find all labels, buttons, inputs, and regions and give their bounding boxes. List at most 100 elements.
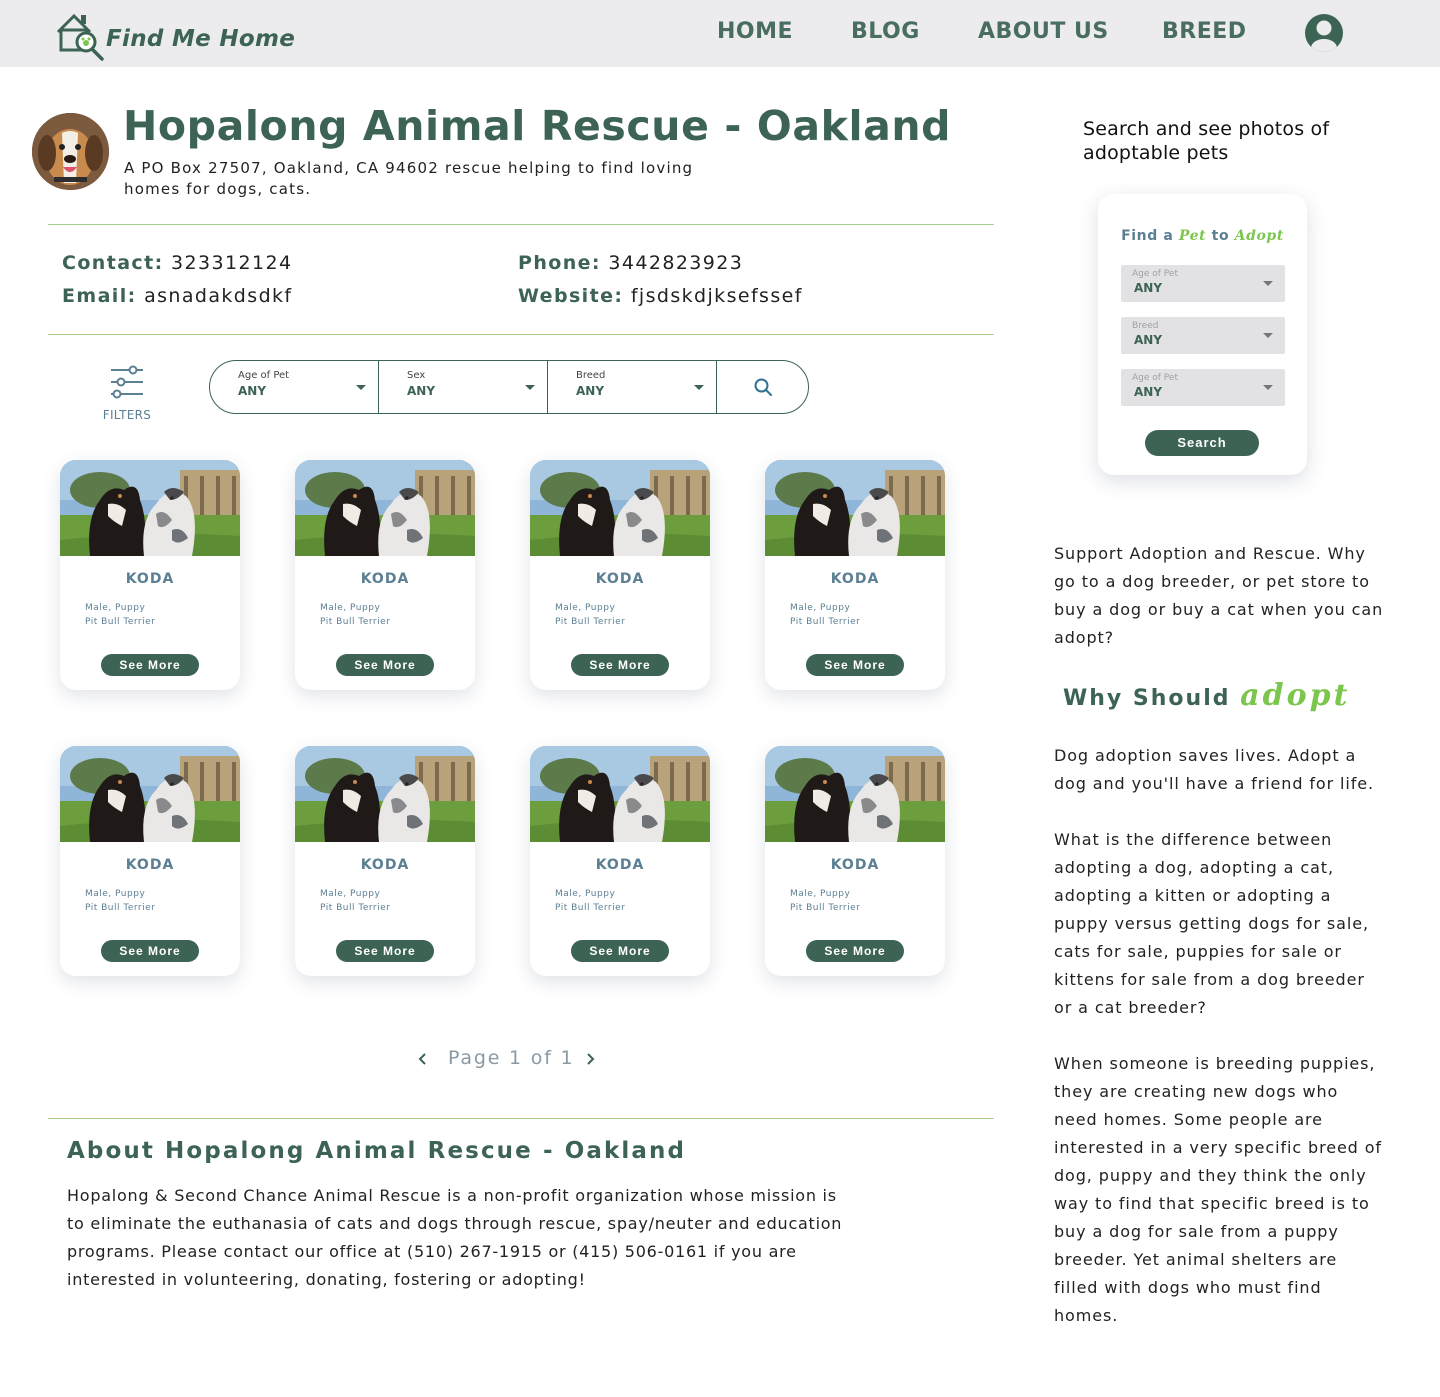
contact-info: Contact: 323312124 — [62, 252, 292, 274]
pet-sex-age: Male, Puppy — [790, 889, 851, 899]
pet-breed: Pit Bull Terrier — [85, 903, 156, 913]
divider — [48, 224, 994, 225]
website-value[interactable]: fjsdskdjksefssef — [631, 285, 803, 307]
age-select-label: Age of Pet — [238, 370, 290, 381]
nav-home[interactable]: HOME — [717, 19, 793, 44]
pet-card[interactable]: KODA Male, Puppy Pit Bull Terrier See More — [60, 746, 240, 976]
sidebar-heading: Search and see photos of adoptable pets — [1083, 118, 1330, 164]
see-more-button[interactable]: See More — [336, 940, 434, 962]
phone-info: Phone: 3442823923 — [518, 252, 743, 274]
chevron-left-icon[interactable] — [416, 1052, 430, 1066]
sidebar-paragraph-2: What is the difference between adopting … — [1054, 830, 1369, 1017]
pet-card[interactable]: KODA Male, Puppy Pit Bull Terrier See More — [295, 746, 475, 976]
brand-logo[interactable]: Find Me Home — [54, 10, 295, 64]
pet-breed: Pit Bull Terrier — [320, 617, 391, 627]
pet-sex-age: Male, Puppy — [85, 603, 146, 613]
chevron-down-icon — [525, 385, 535, 390]
chevron-down-icon — [1263, 385, 1273, 390]
pet-details: Male, Puppy Pit Bull Terrier — [790, 601, 860, 629]
see-more-button[interactable]: See More — [101, 940, 199, 962]
phone-label: Phone: — [518, 252, 601, 274]
about-title: About Hopalong Animal Rescue - Oakland — [67, 1138, 687, 1164]
see-more-button[interactable]: See More — [806, 940, 904, 962]
see-more-button[interactable]: See More — [571, 940, 669, 962]
dropdown-label: Breed — [1132, 321, 1159, 331]
adopt-text: adopt — [1240, 678, 1351, 713]
pet-card[interactable]: KODA Male, Puppy Pit Bull Terrier See More — [60, 460, 240, 690]
pet-sex-age: Male, Puppy — [555, 603, 616, 613]
pet-sex-age: Male, Puppy — [555, 889, 616, 899]
breed-select[interactable]: Breed ANY — [548, 361, 717, 413]
widget-breed-select[interactable]: Breed ANY — [1121, 317, 1285, 354]
pet-sex-age: Male, Puppy — [85, 889, 146, 899]
find-title-part: to — [1206, 228, 1235, 244]
pet-sex-age: Male, Puppy — [790, 603, 851, 613]
pet-details: Male, Puppy Pit Bull Terrier — [555, 887, 625, 915]
nav-blog[interactable]: BLOG — [851, 19, 920, 44]
age-select[interactable]: Age of Pet ANY — [210, 361, 379, 413]
sliders-icon — [111, 365, 143, 399]
sex-select[interactable]: Sex ANY — [379, 361, 548, 413]
nav-breed[interactable]: BREED — [1162, 19, 1247, 44]
sidebar-paragraph-1: Dog adoption saves lives. Adopt a dog an… — [1054, 746, 1375, 793]
chevron-down-icon — [1263, 281, 1273, 286]
why-text: Why Should — [1063, 686, 1241, 711]
pet-card[interactable]: KODA Male, Puppy Pit Bull Terrier See More — [295, 460, 475, 690]
website-info: Website: fjsdskdjksefssef — [518, 285, 803, 307]
dropdown-label: Age of Pet — [1132, 269, 1178, 279]
widget-age-select-2[interactable]: Age of Pet ANY — [1121, 369, 1285, 406]
pet-breed: Pit Bull Terrier — [555, 617, 626, 627]
pet-card[interactable]: KODA Male, Puppy Pit Bull Terrier See More — [765, 746, 945, 976]
see-more-button[interactable]: See More — [571, 654, 669, 676]
chevron-right-icon[interactable] — [583, 1052, 597, 1066]
find-pet-widget: Find a Pet to Adopt Age of Pet ANY Breed… — [1098, 194, 1307, 475]
nav-about-us[interactable]: ABOUT US — [978, 19, 1109, 44]
pet-photo — [530, 746, 710, 842]
pet-card[interactable]: KODA Male, Puppy Pit Bull Terrier See More — [765, 460, 945, 690]
pet-details: Male, Puppy Pit Bull Terrier — [320, 887, 390, 915]
pet-breed: Pit Bull Terrier — [85, 617, 156, 627]
divider — [48, 1118, 994, 1119]
see-more-button[interactable]: See More — [336, 654, 434, 676]
email-label: Email: — [62, 285, 137, 307]
pet-photo — [60, 460, 240, 556]
widget-age-select[interactable]: Age of Pet ANY — [1121, 265, 1285, 302]
support-text: Support Adoption and Rescue. Why go to a… — [1054, 544, 1384, 647]
filters-button[interactable]: FILTERS — [100, 364, 154, 424]
see-more-button[interactable]: See More — [101, 654, 199, 676]
contact-label: Contact: — [62, 252, 164, 274]
pet-name: KODA — [125, 571, 175, 587]
pet-photo — [295, 746, 475, 842]
find-title-part: Adopt — [1234, 228, 1284, 244]
pet-card[interactable]: KODA Male, Puppy Pit Bull Terrier See More — [530, 460, 710, 690]
filters-label: FILTERS — [102, 408, 152, 422]
user-account-icon[interactable] — [1305, 14, 1343, 52]
pet-name: KODA — [360, 857, 410, 873]
pet-details: Male, Puppy Pit Bull Terrier — [555, 601, 625, 629]
pet-name: KODA — [830, 857, 880, 873]
website-label: Website: — [518, 285, 624, 307]
chevron-down-icon — [356, 385, 366, 390]
about-text: Hopalong & Second Chance Animal Rescue i… — [67, 1186, 843, 1289]
pet-breed: Pit Bull Terrier — [790, 617, 861, 627]
rescue-title: Hopalong Animal Rescue - Oakland — [123, 102, 952, 150]
widget-search-button[interactable]: Search — [1145, 430, 1259, 456]
see-more-button[interactable]: See More — [806, 654, 904, 676]
house-search-icon — [56, 13, 104, 61]
brand-name: Find Me Home — [106, 26, 296, 52]
pet-name: KODA — [595, 571, 645, 587]
pet-card[interactable]: KODA Male, Puppy Pit Bull Terrier See More — [530, 746, 710, 976]
dropdown-value: ANY — [1134, 385, 1163, 399]
pet-photo — [60, 746, 240, 842]
pet-breed: Pit Bull Terrier — [790, 903, 861, 913]
email-value[interactable]: asnadakdsdkf — [144, 285, 292, 307]
divider — [48, 334, 994, 335]
email-info: Email: asnadakdsdkf — [62, 285, 293, 307]
chevron-down-icon — [694, 385, 704, 390]
pet-details: Male, Puppy Pit Bull Terrier — [320, 601, 390, 629]
contact-value: 323312124 — [171, 252, 293, 274]
search-button[interactable] — [717, 361, 808, 413]
pet-photo — [295, 460, 475, 556]
pet-details: Male, Puppy Pit Bull Terrier — [85, 601, 155, 629]
find-pet-title: Find a Pet to Adopt — [1098, 228, 1307, 244]
